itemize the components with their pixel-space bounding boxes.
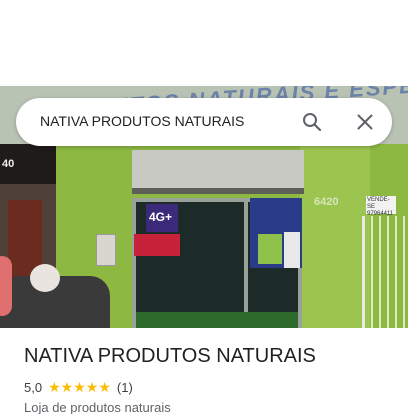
helmet	[30, 264, 60, 292]
map-top-area	[0, 0, 408, 86]
rating-row[interactable]: 5,0 ★ ★ ★ ★ ★ (1)	[24, 379, 133, 395]
neighbor-building-number: 40	[2, 158, 15, 170]
search-bar[interactable]: NATIVA PRODUTOS NATURAIS	[16, 98, 392, 146]
for-sale-sign: VENDE-SE 97964411	[366, 196, 396, 217]
rating-value: 5,0	[24, 379, 43, 395]
person	[0, 256, 12, 316]
review-count[interactable]: (1)	[117, 380, 133, 395]
place-info-panel: NATIVA PRODUTOS NATURAIS 5,0 ★ ★ ★ ★ ★ (…	[0, 328, 408, 414]
rating-stars: ★ ★ ★ ★ ★	[48, 380, 111, 394]
place-title: NATIVA PRODUTOS NATURAIS	[24, 345, 316, 367]
electric-meter-box	[96, 234, 116, 266]
star-icon: ★	[85, 379, 99, 395]
poster-white	[284, 232, 300, 268]
search-icon[interactable]	[300, 110, 324, 134]
star-icon: ★	[98, 379, 111, 395]
search-icon-svg	[303, 113, 322, 132]
star-icon: ★	[48, 379, 61, 395]
place-category: Loja de produtos naturais	[24, 400, 171, 414]
house-number: 6420	[314, 196, 339, 208]
building-wall-right	[300, 144, 370, 328]
poster-red	[134, 234, 180, 256]
search-input[interactable]: NATIVA PRODUTOS NATURAIS	[40, 113, 244, 129]
metal-gate	[362, 216, 408, 328]
close-icon[interactable]	[353, 110, 377, 134]
close-icon-svg	[357, 114, 373, 130]
shop-awning	[132, 150, 304, 194]
poster-4g: 4G+	[146, 204, 178, 232]
star-icon: ★	[73, 379, 86, 395]
shop-floor	[136, 312, 298, 328]
star-icon: ★	[60, 379, 74, 395]
poster-green	[258, 234, 282, 264]
door-frame	[244, 198, 248, 328]
